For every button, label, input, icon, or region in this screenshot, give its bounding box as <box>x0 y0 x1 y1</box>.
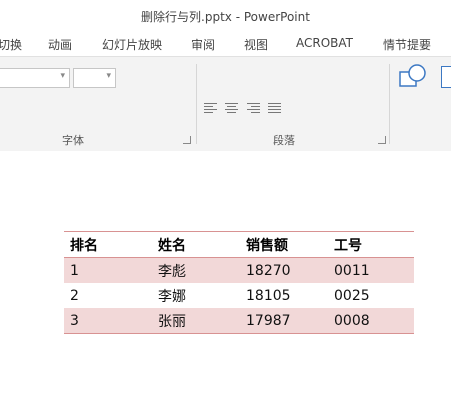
table-cell[interactable]: 李娜 <box>152 283 240 308</box>
table-cell[interactable]: 18270 <box>240 257 328 283</box>
justify-icon[interactable] <box>268 101 281 115</box>
table-header-row: 排名 姓名 销售额 工号 <box>64 231 414 258</box>
tab-slideshow[interactable]: 幻灯片放映 <box>102 36 162 53</box>
data-table[interactable]: 排名 姓名 销售额 工号 1 李彪 18270 0011 2 李娜 18105 … <box>64 231 414 334</box>
align-left-icon[interactable] <box>204 101 217 115</box>
table-cell[interactable]: 18105 <box>240 283 328 308</box>
font-size-dropdown[interactable]: ▾ <box>73 68 116 88</box>
column-header-id[interactable]: 工号 <box>328 231 414 258</box>
tab-animations[interactable]: 动画 <box>48 36 72 53</box>
align-right-icon[interactable] <box>247 101 260 115</box>
group-separator <box>196 64 197 144</box>
title-bar: 删除行与列.pptx - PowerPoint <box>0 0 451 30</box>
window-title: 删除行与列.pptx - PowerPoint <box>141 10 310 24</box>
tab-transitions[interactable]: 切换 <box>0 36 22 53</box>
table-cell[interactable]: 2 <box>64 283 152 308</box>
table-cell[interactable]: 0008 <box>328 308 414 334</box>
table-row: 3 张丽 17987 0008 <box>64 308 414 334</box>
table-cell[interactable]: 0011 <box>328 257 414 283</box>
font-name-dropdown[interactable]: ▾ <box>0 68 70 88</box>
tab-acrobat[interactable]: ACROBAT <box>296 36 353 50</box>
group-separator <box>389 64 390 144</box>
table-cell[interactable]: 0025 <box>328 283 414 308</box>
table-cell[interactable]: 李彪 <box>152 257 240 283</box>
paragraph-dialog-launcher-icon[interactable] <box>378 136 386 144</box>
table-cell[interactable]: 3 <box>64 308 152 334</box>
tab-storyboard[interactable]: 情节提要 <box>383 36 431 53</box>
table-cell[interactable]: 1 <box>64 257 152 283</box>
paragraph-group-label: 段落 <box>273 134 295 147</box>
font-dialog-launcher-icon[interactable] <box>183 136 191 144</box>
align-center-icon[interactable] <box>225 101 238 115</box>
table-row: 2 李娜 18105 0025 <box>64 283 414 308</box>
table-cell[interactable]: 17987 <box>240 308 328 334</box>
ribbon-tabs: 切换 动画 幻灯片放映 审阅 视图 ACROBAT 情节提要 <box>0 30 451 56</box>
tab-view[interactable]: 视图 <box>244 36 268 53</box>
table-cell[interactable]: 张丽 <box>152 308 240 334</box>
shapes-icon[interactable] <box>398 62 428 90</box>
tab-review[interactable]: 审阅 <box>191 36 215 53</box>
column-header-name[interactable]: 姓名 <box>152 231 240 258</box>
column-header-rank[interactable]: 排名 <box>64 231 152 258</box>
table-row: 1 李彪 18270 0011 <box>64 257 414 283</box>
font-group-label: 字体 <box>62 134 84 147</box>
arrange-icon[interactable] <box>441 66 451 88</box>
column-header-sales[interactable]: 销售额 <box>240 231 328 258</box>
